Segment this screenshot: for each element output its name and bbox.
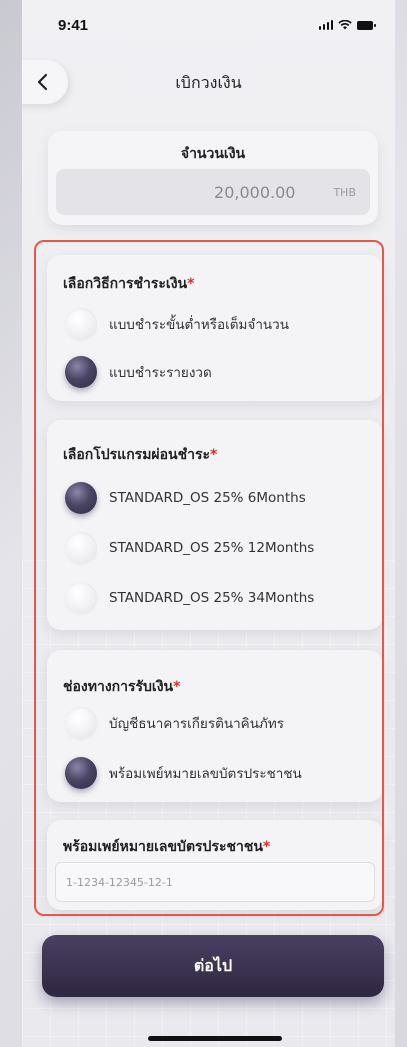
wifi-icon <box>338 20 352 30</box>
currency-label: THB <box>333 185 356 199</box>
amount-card: จำนวนเงิน 20,000.00 THB <box>48 131 378 225</box>
amount-field: 20,000.00 THB <box>56 169 370 215</box>
battery-icon <box>357 20 376 30</box>
highlight-frame <box>34 240 384 916</box>
status-icons <box>318 20 376 30</box>
status-time: 9:41 <box>58 16 89 34</box>
amount-value: 20,000.00 <box>214 182 296 202</box>
header: เบิกวงเงิน <box>22 54 395 110</box>
phone-screen: 9:41 เบิกวงเงิน จำนวนเงิน 20,000.00 THB <box>22 0 395 1047</box>
status-bar: 9:41 <box>22 0 395 50</box>
signal-icon <box>318 20 333 30</box>
next-button[interactable]: ต่อไป <box>42 935 384 997</box>
home-indicator <box>148 1036 282 1041</box>
page-title: เบิกวงเงิน <box>175 73 242 92</box>
amount-label: จำนวนเงิน <box>180 146 246 162</box>
